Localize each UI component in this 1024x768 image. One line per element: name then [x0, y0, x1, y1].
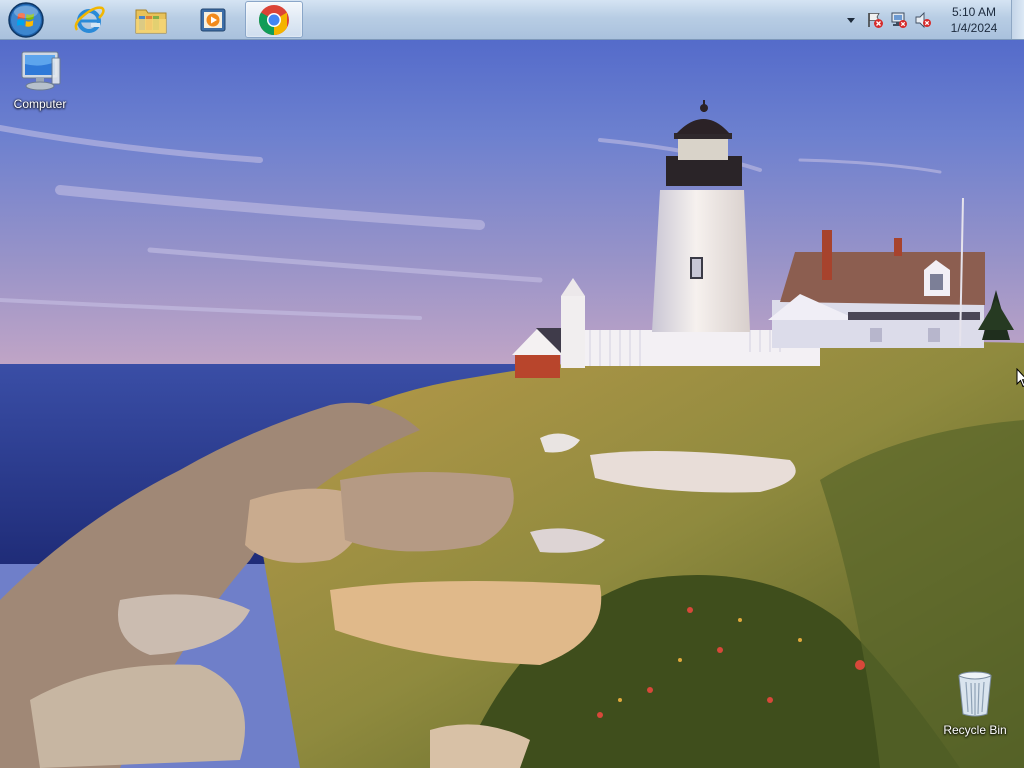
- taskbar-button-internet-explorer[interactable]: [60, 1, 118, 38]
- network-error-icon[interactable]: [890, 11, 908, 29]
- taskbar-button-media-player[interactable]: [184, 1, 242, 38]
- taskbar-button-google-chrome[interactable]: [245, 1, 303, 38]
- taskbar-clock[interactable]: 5:10 AM 1/4/2024: [938, 4, 1010, 36]
- media-player-icon: [200, 8, 226, 31]
- taskbar: 5:10 AM 1/4/2024: [0, 0, 1024, 40]
- clock-date: 1/4/2024: [950, 21, 998, 35]
- mouse-cursor: [1016, 368, 1024, 388]
- computer-icon: [21, 51, 61, 91]
- recycle-bin-icon: [958, 671, 992, 717]
- desktop-icon-label: Recycle Bin: [943, 723, 1007, 737]
- clock-time: 5:10 AM: [951, 5, 997, 19]
- show-hidden-icons-chevron[interactable]: [842, 11, 860, 29]
- taskbar-button-windows-explorer[interactable]: [122, 1, 180, 38]
- windows-orb-icon: [8, 1, 44, 38]
- action-center-flag-error-icon[interactable]: [866, 11, 884, 29]
- volume-muted-icon[interactable]: [914, 11, 932, 29]
- internet-explorer-icon: [74, 5, 105, 33]
- start-button[interactable]: [0, 1, 52, 38]
- chrome-icon: [258, 4, 289, 35]
- desktop-icon-recycle-bin[interactable]: Recycle Bin: [937, 670, 1013, 737]
- desktop-icon-label: Computer: [13, 97, 67, 111]
- desktop-icon-computer[interactable]: Computer: [2, 50, 78, 111]
- show-desktop-button[interactable]: [1011, 0, 1024, 39]
- folder-library-icon: [135, 9, 167, 33]
- system-tray: [842, 0, 932, 40]
- desktop-wallpaper: [0, 0, 1024, 768]
